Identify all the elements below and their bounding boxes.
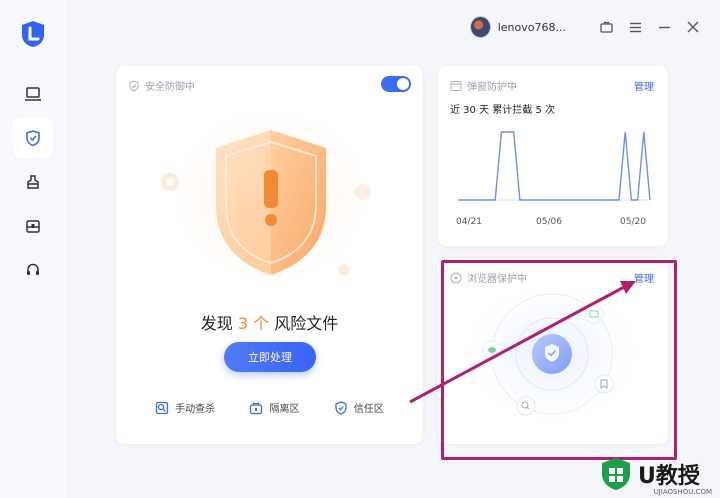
intercept-line-chart: 04/21 05/06 05/20 (456, 131, 651, 227)
shield-check-icon (335, 400, 347, 415)
manual-scan-button[interactable]: 手动查杀 (155, 400, 215, 415)
laptop-icon (25, 87, 41, 101)
windows-shield-logo (602, 458, 630, 490)
watermark-site: UJIAOSHOU.COM (653, 488, 712, 496)
scan-icon (156, 401, 169, 414)
manual-scan-label: 手动查杀 (175, 404, 216, 415)
trust-zone-label: 信任区 (353, 404, 384, 415)
headset-icon (27, 263, 39, 275)
security-tools: 手动查杀 隔离区 信任区 (116, 400, 423, 415)
minimize-icon[interactable] (658, 20, 671, 34)
quarantine-label: 隔离区 (269, 404, 300, 415)
risk-prefix: 发现 (200, 314, 233, 333)
username[interactable]: lenovo768... (498, 21, 584, 34)
quarantine-button[interactable]: 隔离区 (249, 400, 299, 415)
avatar[interactable] (470, 16, 491, 38)
popup-manage-link[interactable]: 管理 (634, 78, 654, 93)
x-tick-label: 05/06 (536, 217, 562, 227)
briefcase-icon[interactable] (600, 20, 613, 34)
risk-shield-illustration (161, 110, 381, 303)
sidebar-item-support[interactable] (13, 250, 53, 290)
sidebar-item-security[interactable] (13, 118, 53, 158)
protection-toggle[interactable] (381, 76, 411, 92)
close-icon[interactable] (687, 20, 700, 34)
sidebar-item-toolbox[interactable] (13, 206, 53, 246)
broom-icon (27, 175, 39, 189)
security-card: 安全防御中 发现 3 个 风险文件 立即处理 手动查杀 隔离区 信任区 (116, 66, 423, 444)
lock-box-icon (250, 402, 263, 414)
security-status: 安全防御中 (128, 78, 195, 93)
gear-icon (161, 173, 179, 191)
popup-status: 弹窗防护中 (450, 78, 517, 93)
watermark-brand: U教授 (638, 464, 700, 489)
handle-now-button[interactable]: 立即处理 (224, 342, 316, 372)
app-logo (22, 21, 44, 47)
popup-summary: 近 30 天 累计拦截 5 次 (450, 105, 555, 116)
x-tick-label: 04/21 (456, 217, 482, 227)
window-icon (450, 80, 462, 91)
sidebar-item-cleanup[interactable] (13, 162, 53, 202)
sidebar-item-device[interactable] (13, 74, 53, 114)
menu-icon[interactable] (629, 20, 642, 34)
series-line (458, 131, 651, 201)
sidebar (0, 0, 66, 498)
popup-status-label: 弹窗防护中 (467, 82, 517, 93)
trust-zone-button[interactable]: 信任区 (334, 400, 384, 415)
popup-protection-card: 弹窗防护中 管理 近 30 天 累计拦截 5 次 04/21 05/06 05/… (438, 66, 668, 246)
security-status-label: 安全防御中 (145, 82, 195, 93)
annotation-highlight-box (441, 260, 677, 460)
shield-icon (26, 130, 40, 147)
toolbox-icon (26, 220, 40, 233)
risk-summary: 发现 3 个 风险文件 (116, 310, 423, 334)
titlebar: lenovo768... (470, 14, 700, 40)
shield-check-icon (129, 79, 139, 92)
risk-count: 3 个 (237, 314, 270, 333)
x-tick-label: 05/20 (620, 217, 646, 227)
risk-suffix: 风险文件 (274, 314, 339, 333)
